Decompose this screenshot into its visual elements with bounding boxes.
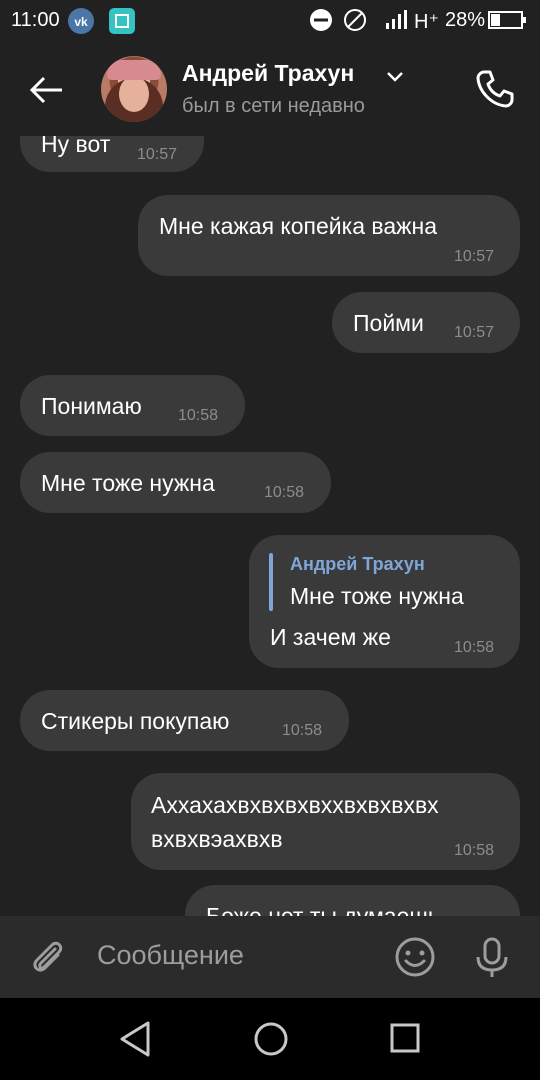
signal-icon: [386, 10, 407, 29]
emoji-icon[interactable]: [393, 935, 437, 979]
message-text: И зачем же: [270, 624, 391, 650]
message-time: 10:58: [454, 639, 495, 656]
reply-quoted-text: Мне тоже нужна: [290, 583, 464, 609]
message-time: 10:57: [454, 324, 495, 341]
status-time: 11:00: [11, 9, 60, 31]
back-arrow-icon[interactable]: [26, 70, 66, 110]
message-text: Мне кажая копейка важна: [159, 213, 438, 239]
message-time: 10:58: [454, 842, 495, 859]
message-incoming[interactable]: Стикеры покупаю 10:58: [20, 690, 349, 751]
message-outgoing[interactable]: Пойми 10:57: [332, 292, 520, 353]
contact-status: был в сети недавно: [182, 95, 365, 117]
attach-icon[interactable]: [28, 937, 68, 977]
message-incoming[interactable]: Понимаю 10:58: [20, 375, 245, 436]
contact-name[interactable]: Андрей Трахун: [182, 60, 354, 87]
message-text: Мне тоже нужна: [41, 470, 215, 496]
message-text: Ну вот: [41, 136, 111, 157]
no-sim-icon: [344, 9, 366, 31]
message-time: 10:57: [137, 146, 178, 163]
message-text: Пойми: [353, 310, 424, 336]
svg-text:vk: vk: [74, 15, 88, 29]
chevron-down-icon[interactable]: [386, 71, 404, 83]
message-text: Стикеры покупаю: [41, 708, 230, 734]
message-text-line-2: вхвхвэахвхв: [151, 826, 283, 852]
microphone-icon[interactable]: [472, 936, 512, 980]
nav-home-icon[interactable]: [253, 1021, 289, 1057]
message-text: Понимаю: [41, 393, 142, 419]
vk-icon: vk: [68, 8, 94, 34]
message-list[interactable]: Ну вот 10:57 Мне кажая копейка важна 10:…: [0, 136, 540, 916]
message-incoming[interactable]: Ну вот 10:57: [20, 136, 204, 172]
message-time: 10:58: [178, 407, 219, 424]
message-time: 10:58: [282, 722, 323, 739]
system-nav-bar: [0, 998, 540, 1080]
message-outgoing-reply[interactable]: Андрей Трахун Мне тоже нужна И зачем же …: [249, 535, 520, 668]
dnd-icon: [310, 9, 332, 31]
message-outgoing[interactable]: Аххахахвхвхвхвххвхвхвхвх вхвхвэахвхв 10:…: [131, 773, 520, 870]
message-time: 10:57: [454, 248, 495, 265]
battery-icon: [488, 11, 526, 29]
message-incoming[interactable]: Мне тоже нужна 10:58: [20, 452, 331, 513]
nav-recents-icon[interactable]: [390, 1023, 420, 1053]
message-text-line-1: Аххахахвхвхвхвххвхвхвхвх: [151, 792, 439, 818]
chat-header: Андрей Трахун был в сети недавно: [0, 40, 540, 136]
message-time: 10:58: [264, 484, 305, 501]
network-type: H⁺: [414, 11, 439, 33]
message-outgoing[interactable]: Боже нет ты думаешь: [185, 885, 520, 916]
battery-percent: 28%: [445, 9, 486, 31]
screenshot-icon: [109, 8, 135, 34]
avatar[interactable]: [101, 56, 167, 122]
message-composer: Сообщение: [0, 916, 540, 998]
nav-back-icon[interactable]: [118, 1020, 152, 1058]
message-input[interactable]: Сообщение: [97, 940, 244, 971]
message-outgoing[interactable]: Мне кажая копейка важна 10:57: [138, 195, 520, 276]
phone-icon[interactable]: [474, 68, 516, 110]
message-text: Боже нет ты думаешь: [206, 903, 440, 916]
reply-author: Андрей Трахун: [290, 554, 425, 574]
reply-quote-bar: [269, 553, 273, 611]
status-bar: 11:00 vk H⁺ 28%: [0, 0, 540, 40]
